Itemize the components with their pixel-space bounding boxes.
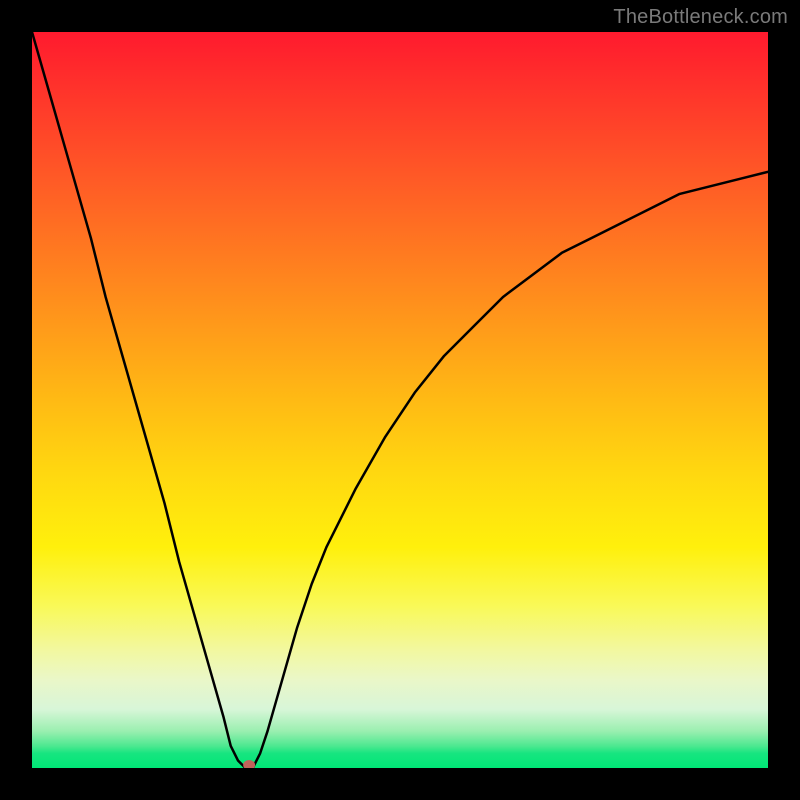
chart-frame: TheBottleneck.com	[0, 0, 800, 800]
watermark-label: TheBottleneck.com	[613, 6, 788, 29]
plot-area	[32, 32, 768, 768]
